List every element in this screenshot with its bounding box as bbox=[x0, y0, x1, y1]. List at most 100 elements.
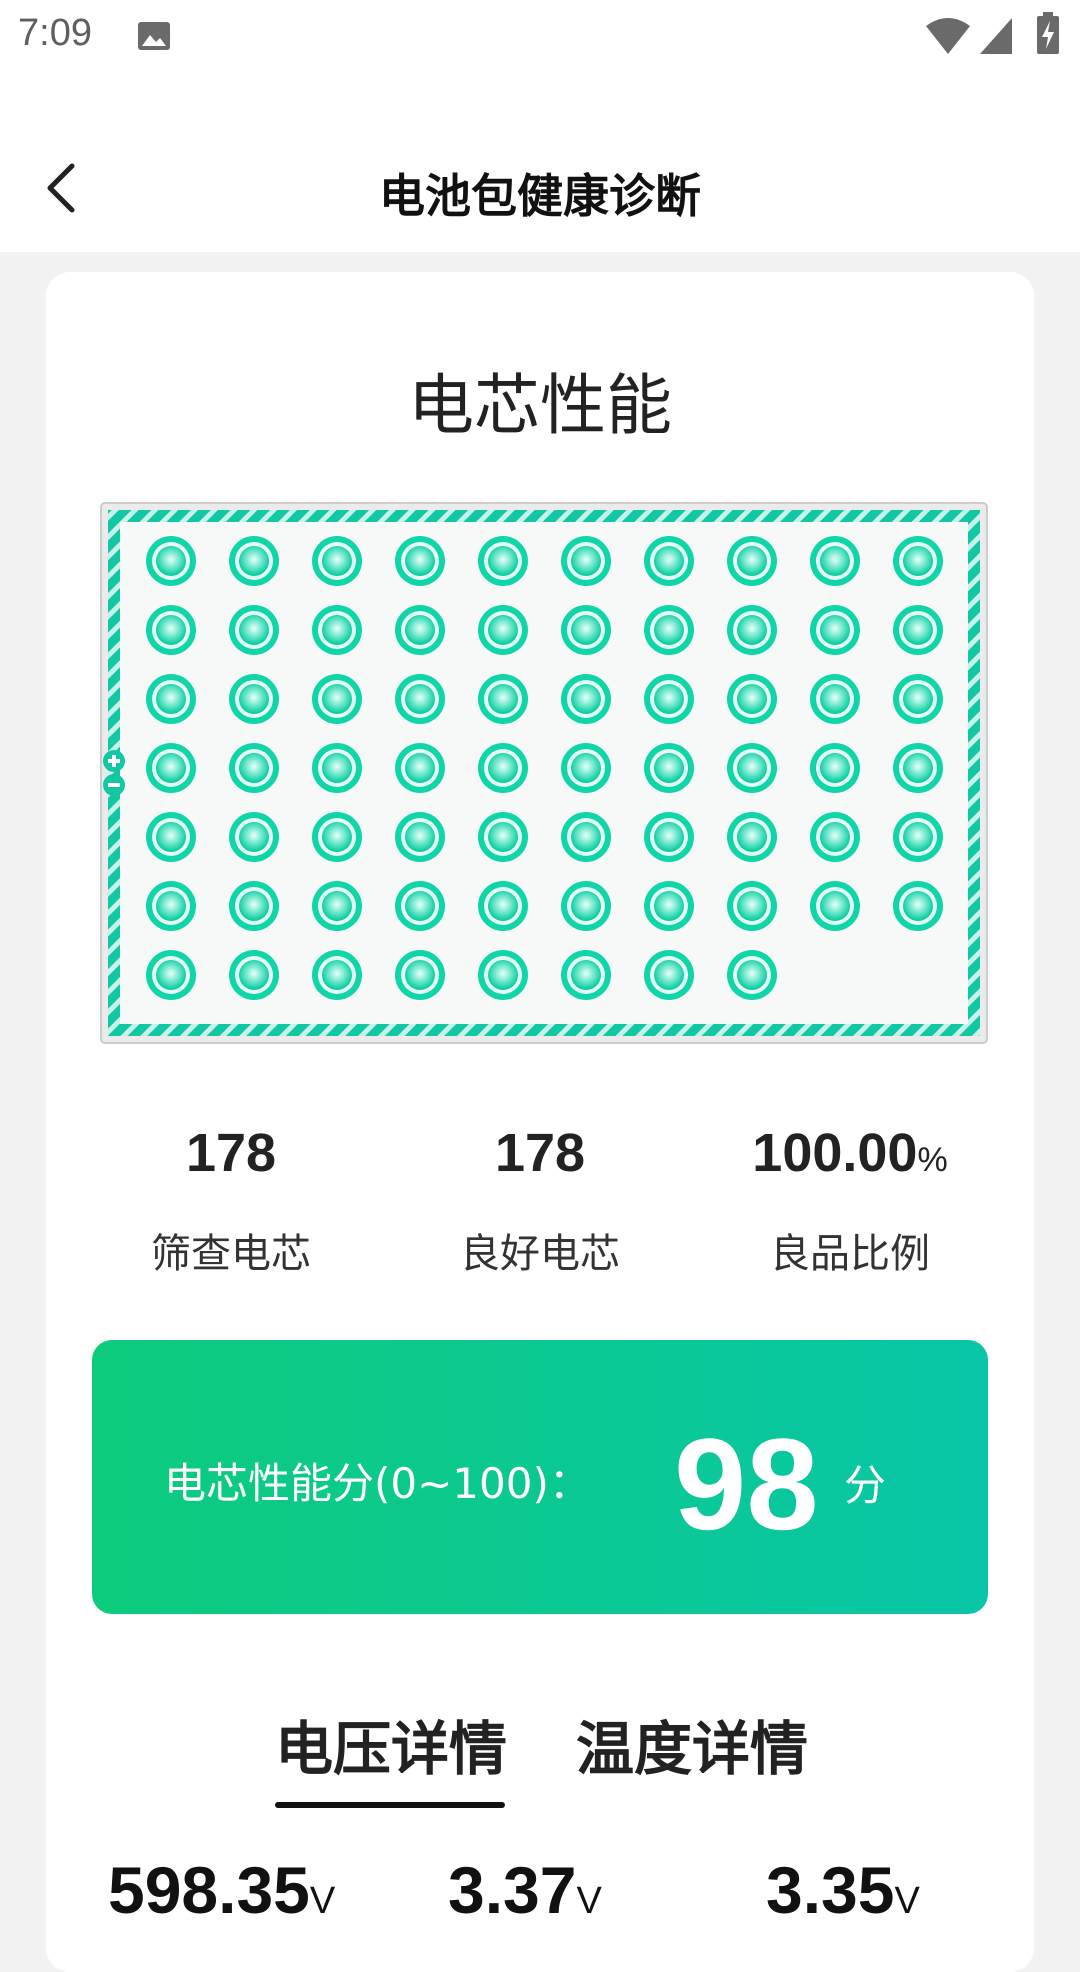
battery-cell bbox=[478, 743, 528, 793]
cell-core bbox=[820, 615, 850, 645]
cell-core bbox=[737, 753, 767, 783]
score-label: 电芯性能分(0~100)： bbox=[164, 1459, 591, 1508]
cell-performance-card: 电芯性能 178 筛查电芯 178 良好电芯 100.00% 良品比例 电芯性能… bbox=[46, 272, 1034, 1972]
battery-cell bbox=[644, 950, 694, 1000]
status-time: 7:09 bbox=[18, 12, 92, 54]
cell-core bbox=[820, 546, 850, 576]
voltage-values: 598.35V 3.37V 3.35V bbox=[46, 1852, 1034, 1972]
battery-cell bbox=[727, 674, 777, 724]
cell-core bbox=[488, 822, 518, 852]
cell-core bbox=[239, 615, 269, 645]
cell-core bbox=[903, 822, 933, 852]
battery-cell bbox=[395, 950, 445, 1000]
battery-pack-diagram bbox=[100, 502, 988, 1044]
cell-core bbox=[405, 753, 435, 783]
cell-core bbox=[405, 546, 435, 576]
battery-cell bbox=[644, 743, 694, 793]
cell-core bbox=[903, 684, 933, 714]
battery-cell bbox=[312, 743, 362, 793]
cell-core bbox=[239, 891, 269, 921]
battery-cell bbox=[478, 881, 528, 931]
battery-cell bbox=[810, 674, 860, 724]
battery-cell bbox=[312, 950, 362, 1000]
battery-cell bbox=[229, 605, 279, 655]
cell-core bbox=[322, 546, 352, 576]
battery-cell bbox=[893, 743, 943, 793]
cell-core bbox=[571, 822, 601, 852]
battery-cell bbox=[229, 812, 279, 862]
battery-cell bbox=[810, 812, 860, 862]
tab-temperature-detail[interactable]: 温度详情 bbox=[576, 1702, 808, 1786]
wifi-icon bbox=[926, 18, 970, 54]
cell-core bbox=[488, 960, 518, 990]
cell-core bbox=[654, 615, 684, 645]
battery-cell bbox=[146, 536, 196, 586]
cell-core bbox=[405, 891, 435, 921]
cell-core bbox=[820, 684, 850, 714]
battery-cell bbox=[727, 536, 777, 586]
cell-core bbox=[737, 615, 767, 645]
cell-core bbox=[903, 753, 933, 783]
cell-core bbox=[571, 891, 601, 921]
battery-cell bbox=[395, 536, 445, 586]
cell-core bbox=[654, 960, 684, 990]
battery-cell bbox=[478, 674, 528, 724]
cell-core bbox=[405, 960, 435, 990]
battery-cell bbox=[561, 674, 611, 724]
battery-cell bbox=[644, 881, 694, 931]
minus-sign bbox=[108, 783, 120, 787]
cell-core bbox=[654, 822, 684, 852]
battery-cell bbox=[312, 881, 362, 931]
score-unit: 分 bbox=[844, 1461, 887, 1510]
battery-cell bbox=[146, 950, 196, 1000]
page-title: 电池包健康诊断 bbox=[379, 169, 701, 223]
battery-cell bbox=[146, 812, 196, 862]
cell-stats: 178 筛查电芯 178 良好电芯 100.00% 良品比例 bbox=[46, 1122, 1034, 1282]
battery-cell bbox=[561, 743, 611, 793]
cell-core bbox=[488, 684, 518, 714]
tab-voltage-detail[interactable]: 电压详情 bbox=[275, 1702, 507, 1786]
battery-cell bbox=[644, 674, 694, 724]
battery-charging-icon bbox=[1037, 12, 1059, 54]
nav-bar: 电池包健康诊断 bbox=[0, 72, 1080, 252]
cell-core bbox=[322, 753, 352, 783]
battery-cell bbox=[727, 881, 777, 931]
battery-cell bbox=[810, 881, 860, 931]
battery-cell bbox=[810, 605, 860, 655]
battery-cell bbox=[229, 881, 279, 931]
cell-core bbox=[737, 546, 767, 576]
battery-cell bbox=[229, 536, 279, 586]
battery-cell bbox=[644, 812, 694, 862]
voltage-min: 3.35V bbox=[766, 1853, 920, 1927]
cell-core bbox=[156, 546, 186, 576]
photo-icon bbox=[138, 22, 170, 50]
active-tab-indicator bbox=[275, 1802, 505, 1808]
cell-core bbox=[322, 891, 352, 921]
battery-cell bbox=[395, 674, 445, 724]
section-title: 电芯性能 bbox=[408, 367, 672, 444]
cell-core bbox=[156, 891, 186, 921]
signal-icon bbox=[980, 18, 1012, 54]
plus-sign-v bbox=[112, 755, 116, 767]
stat-value: 100.00% bbox=[752, 1123, 948, 1183]
cell-core bbox=[239, 753, 269, 783]
battery-cell bbox=[810, 536, 860, 586]
cell-core bbox=[488, 891, 518, 921]
battery-cell bbox=[644, 605, 694, 655]
battery-cell bbox=[312, 674, 362, 724]
cell-core bbox=[239, 822, 269, 852]
battery-cell bbox=[893, 674, 943, 724]
cell-core bbox=[654, 546, 684, 576]
battery-cell bbox=[229, 950, 279, 1000]
battery-cell bbox=[395, 812, 445, 862]
battery-cell bbox=[478, 605, 528, 655]
cell-core bbox=[654, 891, 684, 921]
battery-cell bbox=[893, 881, 943, 931]
cell-core bbox=[571, 615, 601, 645]
battery-cell bbox=[478, 950, 528, 1000]
stat-screened: 178 筛查电芯 bbox=[71, 1122, 391, 1279]
score-value: 98 bbox=[674, 1411, 819, 1557]
voltage-total: 598.35V bbox=[108, 1853, 336, 1927]
cell-core bbox=[156, 753, 186, 783]
battery-cell bbox=[561, 812, 611, 862]
